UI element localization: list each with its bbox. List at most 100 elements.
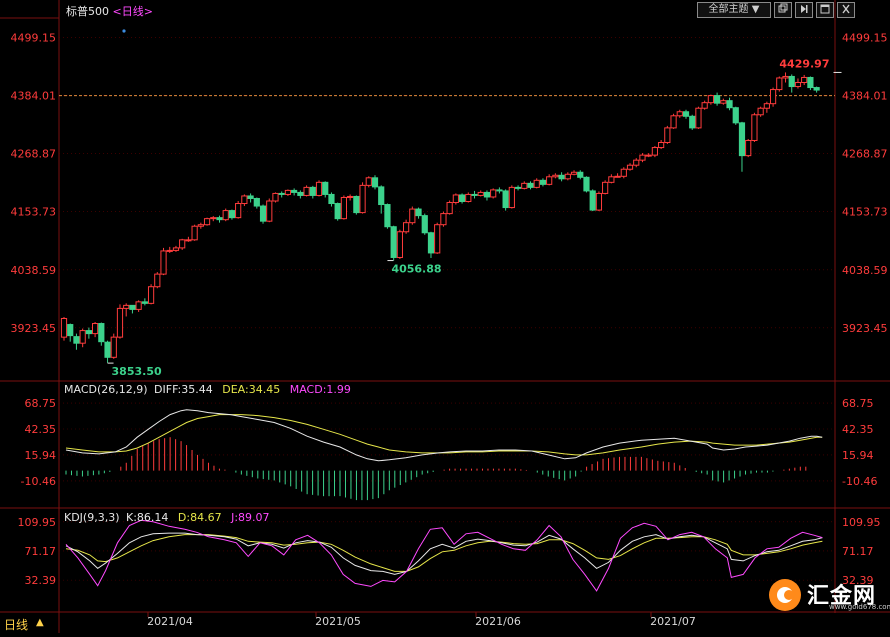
marker-dot xyxy=(122,29,126,33)
period-tab-bar[interactable]: 日线 ▲ xyxy=(0,613,58,633)
candle-body xyxy=(639,154,646,161)
toolbar: 全部主题 ▼ xyxy=(697,2,855,18)
candle-body xyxy=(185,239,192,242)
candle-body xyxy=(284,189,292,195)
candle-body xyxy=(695,107,702,129)
candle-body xyxy=(241,195,248,205)
price-y-tick-right: 4499.15 xyxy=(842,32,888,45)
candle-body xyxy=(191,225,198,241)
candle-body xyxy=(104,341,111,358)
candle-body xyxy=(266,200,273,222)
chevron-up-icon: ▲ xyxy=(36,617,44,628)
close-button[interactable] xyxy=(837,2,855,18)
candle-body xyxy=(701,102,708,109)
candle-body xyxy=(278,192,285,195)
candle-body xyxy=(508,186,515,209)
candle-body xyxy=(440,213,447,226)
period-selector[interactable]: <日线> xyxy=(113,5,153,18)
dea-line xyxy=(65,414,823,456)
candle-body xyxy=(720,100,727,104)
candle-body xyxy=(79,330,86,344)
candle-body xyxy=(757,107,764,116)
candle-body xyxy=(384,204,391,228)
logo-url: www.gold678.com xyxy=(829,603,890,611)
candle-body xyxy=(390,226,397,258)
candle-body xyxy=(471,193,478,196)
candle-body xyxy=(645,154,652,157)
candle-body xyxy=(533,179,540,188)
candle-body xyxy=(421,215,428,234)
candle-body xyxy=(682,111,690,117)
maximize-button[interactable] xyxy=(816,2,834,18)
step-forward-button[interactable] xyxy=(795,2,813,18)
candle-body xyxy=(85,330,92,335)
kdj-y-tick-left: 71.17 xyxy=(25,545,57,558)
period-tab-label: 日线 xyxy=(4,618,29,632)
macd-header: MACD(26,12,9) DIFF:35.44 DEA:34.45 MACD:… xyxy=(64,383,351,396)
low-label: 4056.88 xyxy=(391,263,441,276)
candle-body xyxy=(658,142,665,149)
candle-body xyxy=(272,192,279,202)
candle-body xyxy=(465,193,472,203)
candle-body xyxy=(552,174,559,178)
theme-dropdown-label: 全部主题 xyxy=(708,4,749,15)
candle-body xyxy=(707,95,714,104)
dea-legend: DEA:34.45 xyxy=(222,383,281,396)
price-y-tick-left: 3923.45 xyxy=(11,322,57,335)
k-line xyxy=(65,532,823,575)
macd-legend: MACD:1.99 xyxy=(289,383,351,396)
candle-body xyxy=(210,217,217,220)
kdj-header: KDJ(9,3,3) K:86.14 D:84.67 J:89.07 xyxy=(64,511,270,524)
candle-body xyxy=(620,168,627,177)
candle-body xyxy=(446,202,453,215)
macd-y-tick-left: 15.94 xyxy=(25,449,57,462)
candle-body xyxy=(403,222,410,233)
kdj-title: KDJ(9,3,3) xyxy=(64,511,120,524)
chart-stage: 4499.15 4499.15 4384.01 4384.01 4268.87 4268.… xyxy=(0,0,890,633)
candle-body xyxy=(458,194,466,203)
candle-body xyxy=(347,195,354,198)
candle-body xyxy=(732,107,739,124)
restore-window-button[interactable] xyxy=(774,2,792,18)
candle-body xyxy=(670,115,677,129)
candle-body xyxy=(98,323,105,343)
candle-body xyxy=(738,122,746,157)
candle-body xyxy=(203,218,211,226)
price-y-tick-right: 4153.73 xyxy=(842,206,888,219)
candle-body xyxy=(378,186,385,206)
candle-body xyxy=(651,147,658,156)
k-legend: K:86.14 xyxy=(126,511,169,524)
high-label: 4429.97 xyxy=(779,57,829,70)
candle-body xyxy=(141,301,148,304)
candle-body xyxy=(496,189,503,192)
candle-body xyxy=(788,75,795,88)
d-line xyxy=(65,534,823,572)
x-tick-label: 2021/07 xyxy=(650,615,696,628)
candle-body xyxy=(228,210,236,219)
candle-body xyxy=(129,304,136,310)
instrument-name: 标普500 xyxy=(66,5,109,18)
price-y-tick-left: 4268.87 xyxy=(11,148,57,161)
restore-window-icon xyxy=(778,3,788,13)
low-label: 3853.50 xyxy=(112,365,162,378)
candle-body xyxy=(514,186,522,189)
candle-body xyxy=(664,127,671,144)
candle-body xyxy=(172,247,180,251)
candle-body xyxy=(776,77,783,91)
chevron-down-icon: ▼ xyxy=(751,4,760,15)
candle-body xyxy=(328,193,335,205)
candle-body xyxy=(807,76,814,89)
candle-body xyxy=(340,196,347,220)
candle-body xyxy=(689,115,696,129)
theme-dropdown[interactable]: 全部主题 ▼ xyxy=(697,2,771,18)
candle-body xyxy=(73,336,80,344)
candle-body xyxy=(110,336,117,358)
candle-body xyxy=(92,323,99,335)
candle-body xyxy=(626,164,634,170)
chart-canvas: 4499.15 4499.15 4384.01 4384.01 4268.87 4268.… xyxy=(0,0,890,633)
candle-body xyxy=(147,286,155,304)
price-y-tick-right: 4038.59 xyxy=(842,264,888,277)
candle-body xyxy=(303,186,310,196)
candle-body xyxy=(253,197,260,207)
candle-body xyxy=(259,205,267,222)
